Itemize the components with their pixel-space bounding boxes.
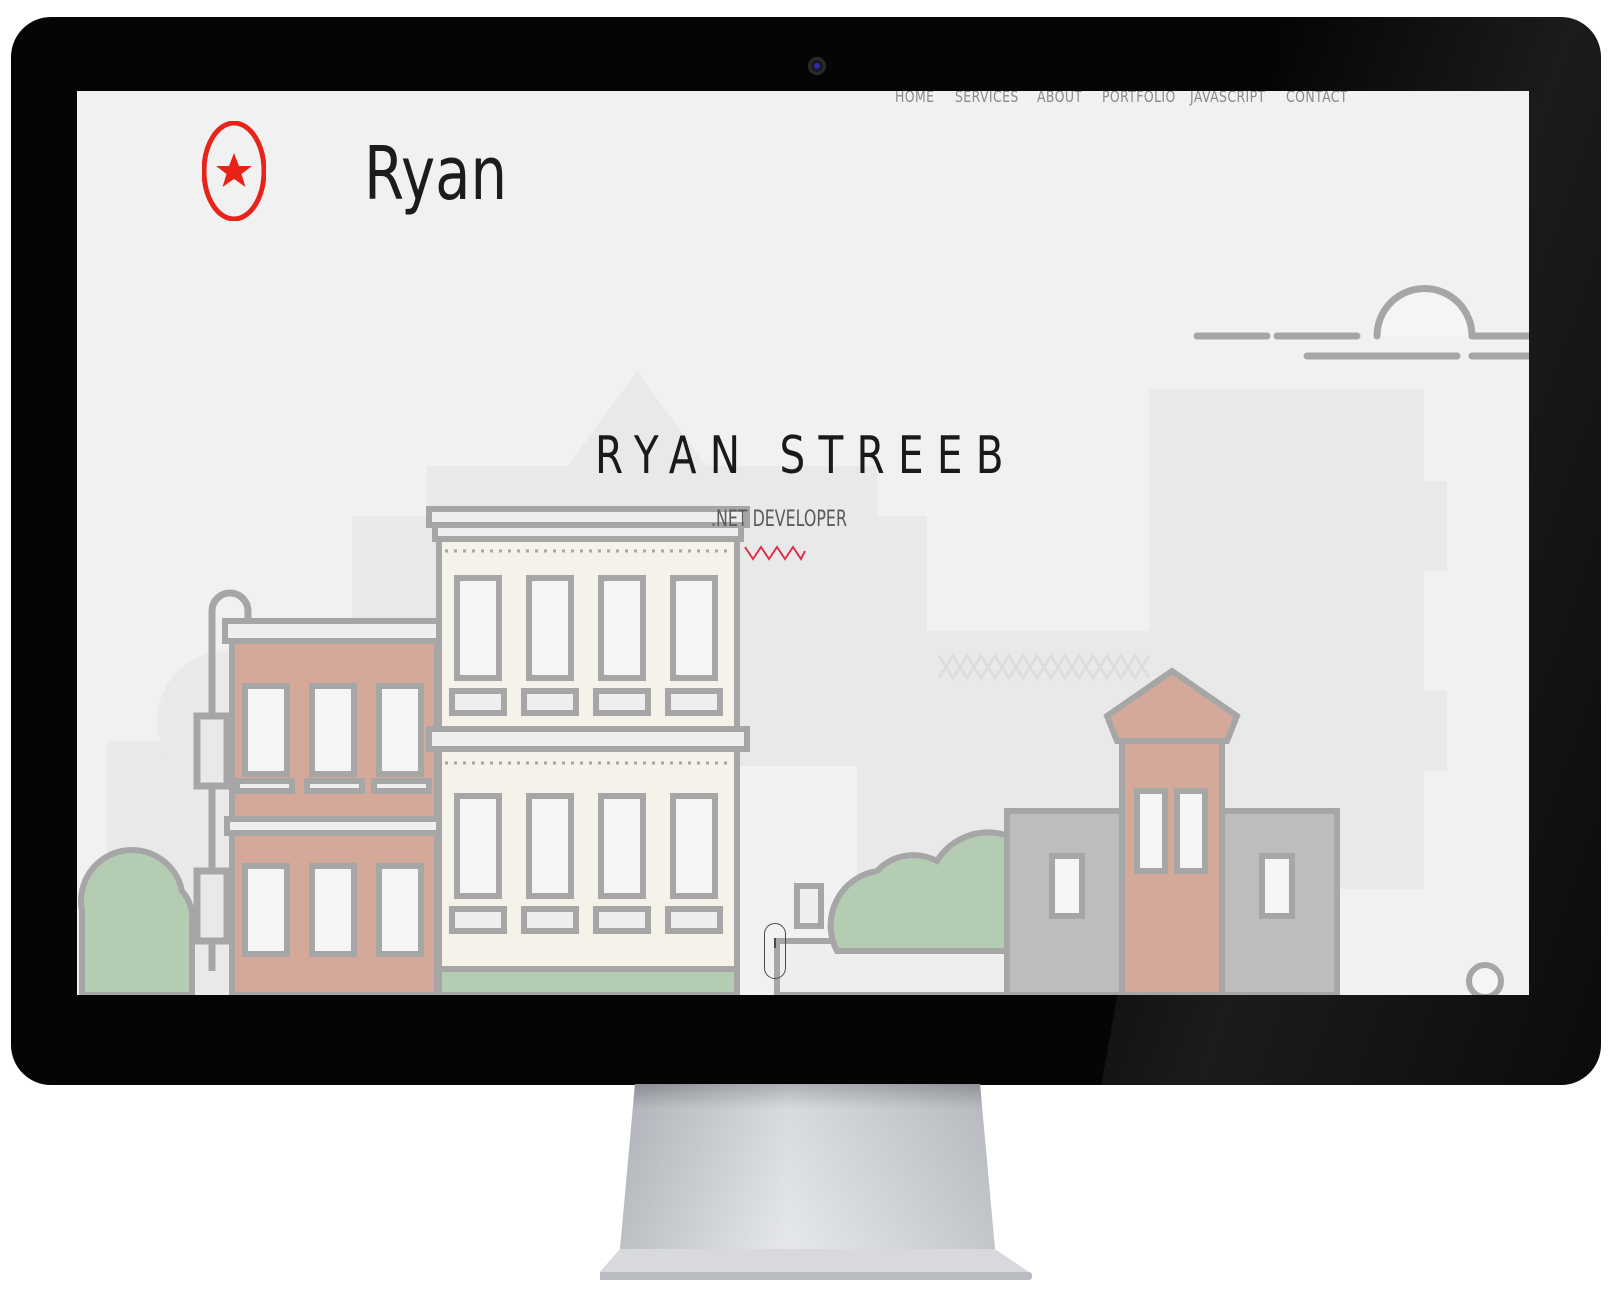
nav-about[interactable]: ABOUT — [1037, 91, 1082, 106]
website-screen: HOME SERVICES ABOUT PORTFOLIO JAVASCRIPT… — [77, 91, 1529, 995]
star-in-circle-icon[interactable] — [202, 121, 266, 221]
zigzag-divider-icon — [744, 545, 806, 561]
nav-portfolio[interactable]: PORTFOLIO — [1102, 91, 1176, 106]
hero-title: RYAN STREEB — [595, 426, 1017, 486]
top-navigation: HOME SERVICES ABOUT PORTFOLIO JAVASCRIPT… — [77, 91, 1529, 121]
nav-services[interactable]: SERVICES — [955, 91, 1019, 106]
monitor-stand — [600, 1084, 1032, 1280]
mouse-scroll-icon[interactable] — [764, 923, 786, 979]
nav-home[interactable]: HOME — [895, 91, 934, 106]
nav-contact[interactable]: CONTACT — [1286, 91, 1348, 106]
brand-name[interactable]: Ryan — [364, 131, 507, 217]
webcam-icon — [808, 57, 826, 75]
desktop-monitor: HOME SERVICES ABOUT PORTFOLIO JAVASCRIPT… — [0, 0, 1621, 1294]
nav-javascript[interactable]: JAVASCRIPT — [1190, 91, 1266, 106]
hero-subtitle: .NET DEVELOPER — [711, 507, 847, 532]
